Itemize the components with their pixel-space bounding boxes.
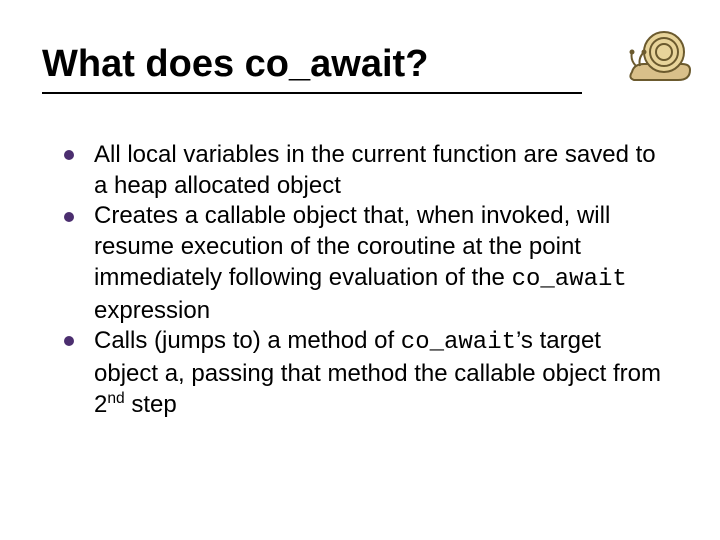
title-underline: [42, 92, 582, 94]
list-item: All local variables in the current funct…: [64, 140, 664, 201]
list-item: Calls (jumps to) a method of co_await’s …: [64, 326, 664, 420]
bullet-text: Calls (jumps to) a method of: [94, 327, 401, 354]
slide-body: All local variables in the current funct…: [64, 140, 664, 420]
bullet-list: All local variables in the current funct…: [64, 140, 664, 420]
ordinal-superscript: nd: [107, 390, 124, 407]
code-span: co_await: [512, 266, 627, 293]
bullet-text: expression: [94, 297, 210, 324]
slide: What does co_await? All local variables …: [0, 0, 720, 540]
title-block: What does co_await?: [42, 44, 582, 94]
bullet-text: All local variables in the current funct…: [94, 141, 656, 199]
list-item: Creates a callable object that, when inv…: [64, 201, 664, 326]
slide-title: What does co_await?: [42, 44, 582, 86]
snail-icon: [624, 22, 694, 86]
code-span: co_await: [401, 329, 516, 356]
bullet-text: step: [125, 391, 177, 418]
